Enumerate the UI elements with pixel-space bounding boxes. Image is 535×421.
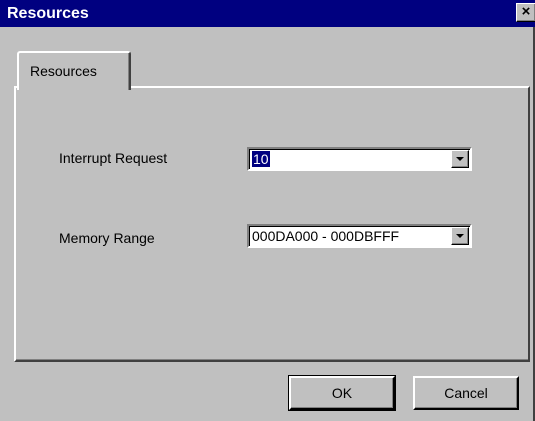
close-icon: × (521, 3, 531, 20)
window-title: Resources (7, 5, 89, 22)
interrupt-request-select[interactable]: 10 (247, 147, 472, 171)
memory-range-value: 000DA000 - 000DBFFF (252, 228, 400, 244)
cancel-button[interactable]: Cancel (413, 376, 519, 410)
chevron-down-icon (456, 234, 464, 238)
close-button[interactable]: × (516, 3, 535, 22)
tab-label: Resources (30, 63, 97, 79)
ok-button[interactable]: OK (288, 375, 396, 411)
memory-range-select[interactable]: 000DA000 - 000DBFFF (247, 224, 472, 248)
tab-resources[interactable]: Resources (17, 51, 131, 90)
interrupt-request-label: Interrupt Request (59, 150, 168, 166)
interrupt-request-value: 10 (252, 151, 270, 167)
memory-range-label: Memory Range (59, 230, 155, 246)
resources-dialog: Resources × Resources Interrupt Request … (0, 0, 535, 421)
interrupt-request-dropdown-button[interactable] (451, 150, 469, 168)
memory-range-dropdown-button[interactable] (451, 227, 469, 245)
tab-panel: Interrupt Request 10 Memory Range 000DA0… (14, 86, 530, 362)
chevron-down-icon (456, 157, 464, 161)
title-bar[interactable]: Resources × (0, 0, 535, 27)
